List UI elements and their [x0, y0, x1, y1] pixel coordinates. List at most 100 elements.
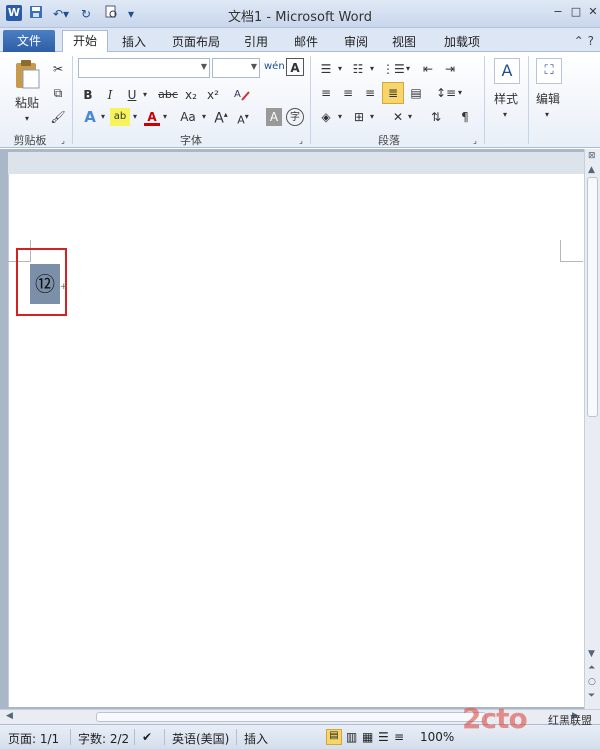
vertical-scrollbar[interactable]: ⊠ ▲ ▼ ⏶ ○ ⏷	[584, 149, 600, 709]
text-effects-icon[interactable]: A	[80, 108, 100, 126]
outline-view-icon[interactable]: ☰	[378, 730, 389, 744]
page-gap	[8, 152, 584, 174]
subscript-button[interactable]: x₂	[182, 86, 200, 104]
tab-insert[interactable]: 插入	[114, 32, 154, 52]
full-screen-view-icon[interactable]: ▥	[346, 730, 357, 744]
editing-dropdown-icon[interactable]: ▾	[540, 106, 554, 124]
text-effects-dropdown-icon[interactable]: ▾	[98, 108, 108, 126]
font-launcher-icon[interactable]: ⌟	[296, 132, 306, 150]
underline-dropdown-icon[interactable]: ▾	[140, 86, 150, 104]
bold-button[interactable]: B	[80, 86, 96, 104]
watermark-logo: 2cto	[462, 702, 528, 735]
word-count-status[interactable]: 字数: 2/2	[78, 730, 129, 747]
multilevel-dropdown-icon[interactable]: ▾	[404, 60, 412, 78]
print-layout-view-icon[interactable]: ▤	[326, 729, 342, 745]
scroll-up-icon[interactable]: ▲	[588, 165, 595, 175]
horizontal-scroll-thumb[interactable]	[96, 712, 486, 722]
shading-icon[interactable]: ◈	[316, 108, 336, 126]
styles-icon[interactable]: A	[494, 58, 520, 84]
selected-character[interactable]: ⑫	[30, 264, 60, 304]
tab-addins[interactable]: 加载项	[434, 32, 490, 52]
find-binoculars-icon[interactable]: ⛶	[536, 58, 562, 84]
justify-icon[interactable]: ≣	[382, 82, 404, 104]
italic-button[interactable]: I	[102, 86, 118, 104]
insert-mode-status[interactable]: 插入	[244, 730, 268, 747]
browse-object-icon[interactable]: ○	[588, 677, 596, 687]
minimize-button[interactable]: −	[550, 4, 566, 20]
format-painter-icon[interactable]: 🖌	[50, 108, 66, 126]
web-layout-view-icon[interactable]: ▦	[362, 730, 373, 744]
tab-page-layout[interactable]: 页面布局	[166, 32, 226, 52]
font-color-dropdown-icon[interactable]: ▾	[160, 108, 170, 126]
language-status[interactable]: 英语(美国)	[172, 730, 229, 747]
next-page-icon[interactable]: ⏷	[588, 691, 595, 701]
help-icon[interactable]: ⌃ ?	[574, 34, 594, 48]
increase-indent-icon[interactable]: ⇥	[440, 60, 460, 78]
bullets-icon[interactable]: ☰	[316, 60, 336, 78]
align-left-icon[interactable]: ≡	[316, 84, 336, 102]
proofing-icon[interactable]: ✔	[142, 730, 152, 744]
line-spacing-dropdown-icon[interactable]: ▾	[456, 84, 464, 102]
character-border-icon[interactable]: A	[286, 58, 304, 76]
font-name-combo[interactable]: ▼	[78, 58, 210, 78]
line-spacing-icon[interactable]: ↕≡	[436, 84, 456, 102]
distributed-icon[interactable]: ▤	[406, 84, 426, 102]
ribbon-tabs: 文件 开始 插入 页面布局 引用 邮件 审阅 视图 加载项 ⌃ ?	[0, 28, 600, 53]
scroll-left-icon[interactable]: ◀	[6, 711, 13, 721]
ribbon: 粘贴 ▾ ✂ ⧉ 🖌 剪贴板 ⌟ ▼ ▼ wén A B I U ▾ abc x…	[0, 52, 600, 148]
tab-review[interactable]: 审阅	[336, 32, 376, 52]
bullets-dropdown-icon[interactable]: ▾	[336, 60, 344, 78]
paste-icon[interactable]	[12, 58, 42, 92]
tab-references[interactable]: 引用	[236, 32, 276, 52]
cut-icon[interactable]: ✂	[50, 60, 66, 78]
paste-dropdown-icon[interactable]: ▾	[20, 110, 34, 128]
font-size-combo[interactable]: ▼	[212, 58, 260, 78]
grow-font-button[interactable]: A▴	[212, 106, 230, 127]
maximize-button[interactable]: □	[568, 4, 584, 20]
ruler-toggle-icon[interactable]: ⊠	[588, 151, 596, 161]
sort-icon[interactable]: ⇅	[426, 108, 446, 126]
chinese-layout-icon[interactable]: ✕	[388, 108, 408, 126]
clipboard-launcher-icon[interactable]: ⌟	[58, 132, 68, 150]
clear-formatting-icon[interactable]: A	[232, 86, 252, 104]
close-button[interactable]: ✕	[585, 4, 600, 20]
tab-view[interactable]: 视图	[384, 32, 424, 52]
change-case-button[interactable]: Aa	[176, 108, 200, 126]
change-case-dropdown-icon[interactable]: ▾	[200, 108, 208, 126]
multilevel-list-icon[interactable]: ⋮☰	[382, 60, 405, 78]
zoom-level[interactable]: 100%	[420, 730, 454, 744]
decrease-indent-icon[interactable]: ⇤	[418, 60, 438, 78]
styles-dropdown-icon[interactable]: ▾	[498, 106, 512, 124]
align-center-icon[interactable]: ≡	[338, 84, 358, 102]
tab-mailings[interactable]: 邮件	[286, 32, 326, 52]
highlight-dropdown-icon[interactable]: ▾	[130, 108, 140, 126]
borders-dropdown-icon[interactable]: ▾	[368, 108, 376, 126]
borders-icon[interactable]: ⊞	[350, 108, 368, 126]
copy-icon[interactable]: ⧉	[50, 84, 66, 102]
shading-dropdown-icon[interactable]: ▾	[336, 108, 344, 126]
align-right-icon[interactable]: ≡	[360, 84, 380, 102]
show-marks-icon[interactable]: ¶	[456, 108, 474, 126]
shrink-font-button[interactable]: A▾	[234, 108, 252, 127]
font-color-icon[interactable]: A	[144, 108, 160, 126]
strikethrough-button[interactable]: abc	[156, 86, 180, 104]
numbering-dropdown-icon[interactable]: ▾	[368, 60, 376, 78]
scroll-down-icon[interactable]: ▼	[588, 649, 595, 659]
chinese-layout-dropdown-icon[interactable]: ▾	[406, 108, 414, 126]
tab-home[interactable]: 开始	[62, 30, 108, 53]
highlight-icon[interactable]: ab	[110, 108, 130, 126]
document-page[interactable]	[8, 152, 584, 707]
draft-view-icon[interactable]: ≡	[394, 730, 404, 744]
character-shading-button[interactable]: A	[266, 108, 282, 126]
numbering-icon[interactable]: ☷	[348, 60, 368, 78]
underline-button[interactable]: U	[124, 86, 140, 104]
tab-file[interactable]: 文件	[3, 30, 55, 52]
group-label-font: 字体	[180, 134, 202, 147]
page-count-status[interactable]: 页面: 1/1	[8, 730, 59, 747]
vertical-scroll-thumb[interactable]	[587, 177, 598, 417]
paragraph-launcher-icon[interactable]: ⌟	[470, 132, 480, 150]
previous-page-icon[interactable]: ⏶	[588, 663, 595, 673]
superscript-button[interactable]: x²	[204, 86, 222, 104]
enclose-characters-button[interactable]: 字	[286, 108, 304, 126]
phonetic-guide-button[interactable]: wén	[264, 58, 285, 76]
